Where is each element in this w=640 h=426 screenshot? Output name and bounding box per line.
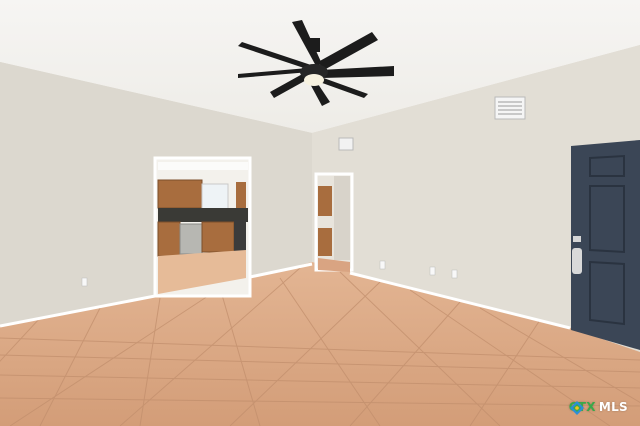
room-illustration xyxy=(0,0,640,426)
dishwasher xyxy=(179,223,203,255)
wall-outlet xyxy=(429,266,436,276)
watermark: CTXMLS xyxy=(569,400,628,415)
front-door xyxy=(571,140,640,350)
wall-outlet xyxy=(451,269,458,279)
fan-light-icon xyxy=(304,74,324,86)
hvac-vent xyxy=(494,96,526,120)
kitchen-doorway xyxy=(153,156,252,298)
wall-outlet xyxy=(379,260,386,270)
door-lock-icon xyxy=(573,236,581,242)
wall-outlet xyxy=(81,277,88,287)
upper-cabinets xyxy=(157,179,203,209)
room-photo: CTXMLS xyxy=(0,0,640,426)
backsplash xyxy=(158,208,248,222)
door-handle-icon xyxy=(572,248,582,274)
watermark-suffix: MLS xyxy=(598,400,628,414)
hallway-doorway xyxy=(314,172,354,272)
lower-cabinets xyxy=(157,221,181,257)
small-vent xyxy=(338,137,354,151)
mls-logo-icon xyxy=(569,401,584,415)
